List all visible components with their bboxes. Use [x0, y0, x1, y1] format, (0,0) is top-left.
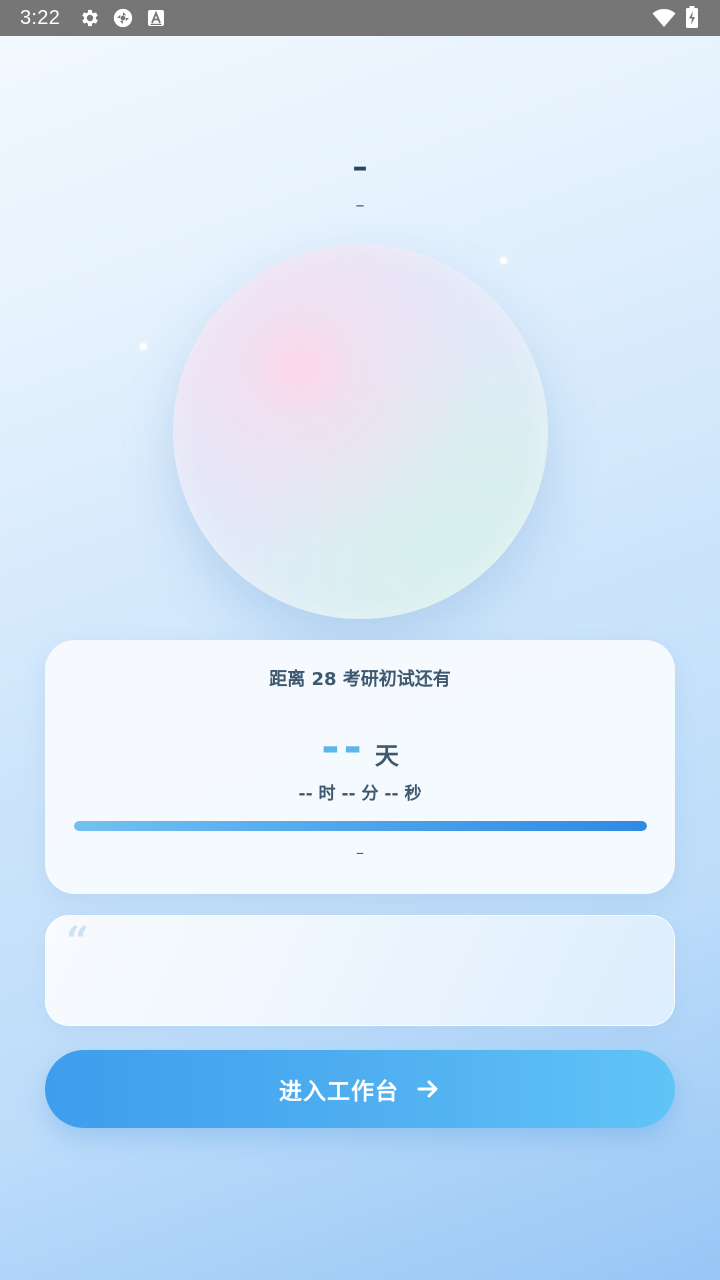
sparkle-dot [500, 257, 507, 264]
decorative-orb [173, 244, 548, 619]
countdown-caption: – [356, 843, 364, 862]
countdown-card: 距离 28 考研初试还有 -- 天 -- 时 -- 分 -- 秒 – [45, 640, 675, 894]
quote-mark: “ [66, 918, 90, 965]
page-title: – [352, 150, 368, 185]
battery-charging-icon [686, 6, 698, 28]
status-time: 3:22 [20, 7, 61, 29]
aperture-icon [113, 8, 133, 28]
enter-workbench-label: 进入工作台 [279, 1079, 399, 1105]
countdown-hms: -- 时 -- 分 -- 秒 [298, 784, 422, 804]
quote-card: “ [45, 915, 675, 1026]
countdown-days-unit: 天 [374, 742, 399, 770]
countdown-progress-fill [74, 821, 647, 831]
countdown-days-value: -- [321, 722, 366, 773]
text-a-icon [148, 10, 164, 26]
sparkle-dot [140, 343, 147, 350]
countdown-days-row: -- 天 [45, 726, 675, 771]
page-subtitle: – [355, 195, 365, 216]
arrow-right-icon [417, 1080, 438, 1098]
gear-icon [82, 9, 98, 27]
app-screen: 3:22 – – 距离 28 考研初试还有 -- 天 -- 时 -- 分 -- … [0, 0, 720, 1280]
wifi-icon [652, 9, 676, 27]
countdown-title: 距离 28 考研初试还有 [269, 669, 451, 690]
countdown-progress-bar [74, 821, 647, 831]
status-bar: 3:22 [0, 0, 720, 36]
enter-workbench-button[interactable]: 进入工作台 [45, 1050, 675, 1128]
